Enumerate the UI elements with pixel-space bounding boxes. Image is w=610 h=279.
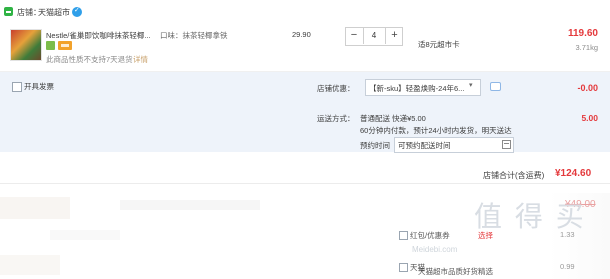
order-options-panel bbox=[0, 72, 610, 152]
item-weight: 3.71kg bbox=[575, 43, 598, 52]
product-title-link[interactable]: Nestle/雀巢即饮咖啡抹茶轻椰... bbox=[46, 30, 158, 41]
coupon-checkbox[interactable] bbox=[399, 231, 408, 240]
faded-amount: 1.33 bbox=[560, 230, 575, 239]
product-thumbnail[interactable] bbox=[10, 29, 42, 61]
store-discount-value[interactable]: 【新-sku】轻盈焕购-24年6... bbox=[369, 83, 465, 94]
appointment-time-placeholder[interactable]: 可预约配送时间 bbox=[398, 140, 451, 151]
shipping-option: 普通配送 快递¥5.00 bbox=[360, 114, 426, 123]
blurred-block bbox=[50, 230, 120, 240]
discount-amount: -0.00 bbox=[577, 83, 598, 93]
quantity-increase-button[interactable]: + bbox=[385, 27, 403, 44]
tmall-checkbox[interactable] bbox=[399, 263, 408, 272]
product-attribute: 口味：抹茶轻椰拿铁 bbox=[160, 31, 228, 40]
faded-amount: 0.99 bbox=[560, 262, 575, 271]
invoice-label[interactable]: 开具发票 bbox=[24, 81, 54, 92]
store-icon bbox=[4, 7, 13, 16]
promo-note: 适8元超市卡 bbox=[418, 40, 460, 49]
no-return-details-link[interactable]: 详情 bbox=[133, 54, 148, 65]
invoice-checkbox[interactable] bbox=[12, 82, 22, 92]
coupon-label: 红包/优惠券 bbox=[410, 231, 450, 240]
no-return-notice: 此商品性质不支持7天退货 bbox=[46, 55, 133, 64]
quantity-input[interactable]: 4 bbox=[364, 27, 384, 44]
shipping-amount: 5.00 bbox=[581, 113, 598, 123]
store-total-label: 店铺合计(含运费) bbox=[483, 171, 545, 180]
card-tag-icon bbox=[58, 41, 72, 50]
appointment-label: 预约时间 bbox=[360, 141, 390, 150]
store-discount-label: 店铺优惠： bbox=[317, 84, 355, 93]
calendar-icon[interactable] bbox=[502, 140, 511, 149]
leaf-tag-icon bbox=[46, 41, 55, 50]
blurred-block bbox=[0, 197, 70, 219]
store-name-link[interactable]: 天猫超市 bbox=[38, 7, 70, 18]
store-total-amount: ¥124.60 bbox=[555, 168, 592, 179]
watermark-text: Meidebi.com bbox=[412, 245, 458, 254]
verified-badge-icon bbox=[72, 6, 82, 17]
chevron-down-icon[interactable]: ▾ bbox=[469, 81, 473, 89]
blurred-block bbox=[0, 255, 60, 275]
coupon-select-link[interactable]: 选择 bbox=[478, 230, 493, 241]
chat-icon[interactable] bbox=[490, 82, 501, 91]
blurred-block bbox=[120, 200, 260, 210]
unit-price: 29.90 bbox=[292, 30, 311, 39]
shipping-label: 运送方式： bbox=[317, 114, 355, 123]
item-subtotal: 119.60 bbox=[567, 28, 598, 39]
store-header bbox=[0, 0, 610, 26]
quantity-decrease-button[interactable]: − bbox=[345, 27, 364, 44]
tmall-promo-text: 天猫超市品质好货精选 bbox=[418, 267, 493, 276]
shipping-description: 60分钟内付款，预计24小时内发货，明天送达 bbox=[360, 126, 512, 135]
watermark-logo: 值 得 买 bbox=[474, 200, 586, 233]
